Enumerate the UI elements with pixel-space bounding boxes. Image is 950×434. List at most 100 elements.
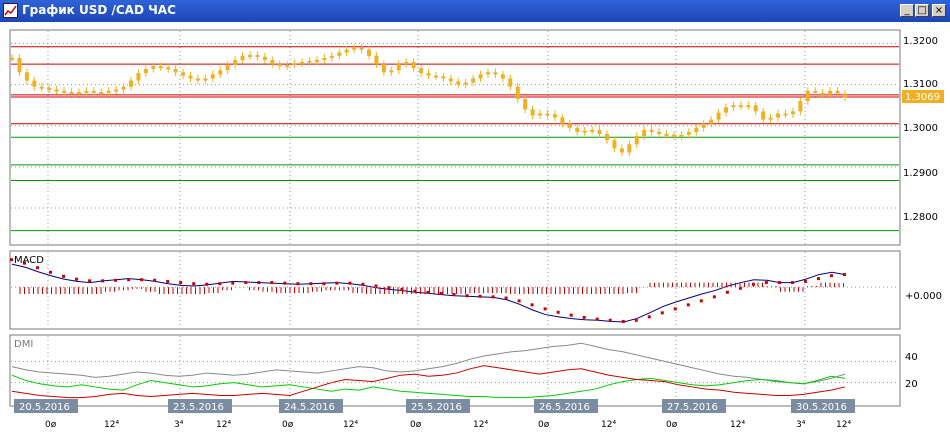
price-bar — [843, 93, 847, 98]
date-label-text: 25.5.2016 — [411, 402, 462, 413]
macd-signal-point — [543, 307, 547, 311]
chart-app-icon — [3, 3, 18, 18]
date-label: 20.5.2016 — [14, 399, 78, 413]
date-label-text: 30.5.2016 — [796, 402, 847, 413]
macd-signal-point — [244, 281, 248, 285]
price-bar — [389, 70, 394, 73]
dmi-label: DMI — [14, 339, 33, 350]
price-bar — [136, 73, 141, 81]
macd-signal-point — [595, 317, 599, 321]
price-bar — [337, 52, 342, 56]
price-bar — [530, 109, 535, 116]
price-bar — [805, 90, 810, 102]
macd-signal-point — [88, 279, 92, 283]
macd-label: MACD — [14, 255, 44, 266]
macd-signal-point — [400, 287, 404, 291]
date-label-text: 24.5.2016 — [284, 402, 335, 413]
chart-svg[interactable]: 1.3200 1.3100 1.3000 1.2900 1.2800 1.306… — [0, 22, 950, 434]
price-bar — [307, 60, 312, 63]
price-bar — [538, 113, 543, 116]
price-bar — [671, 134, 676, 137]
dmi-y-tick-label: 20 — [905, 379, 918, 390]
hour-label: 3⁴ — [796, 420, 806, 430]
hour-label: 12⁴ — [343, 420, 358, 430]
macd-signal-point — [270, 281, 274, 285]
price-bar — [367, 49, 371, 56]
price-bar — [248, 55, 252, 58]
macd-signal-point — [140, 278, 144, 282]
price-bar — [813, 90, 818, 93]
hour-label: 12⁴ — [836, 420, 851, 430]
price-bar — [262, 56, 267, 60]
macd-signal-point — [439, 291, 443, 295]
price-bar — [738, 105, 743, 108]
price-bar — [552, 114, 557, 118]
price-bar — [508, 78, 513, 87]
macd-signal-point — [153, 278, 157, 282]
chart-area[interactable]: 1.3200 1.3100 1.3000 1.2900 1.2800 1.306… — [0, 22, 950, 434]
macd-signal-point — [712, 295, 716, 299]
hour-label: 12⁴ — [601, 420, 616, 430]
price-bar — [790, 111, 795, 115]
price-bar — [277, 64, 282, 67]
price-bar — [173, 69, 178, 73]
price-bar — [329, 55, 334, 58]
price-bar — [761, 111, 766, 120]
hour-label: 12⁴ — [104, 420, 119, 430]
price-bar — [768, 117, 773, 120]
price-bar — [344, 49, 349, 53]
price-bar — [151, 66, 156, 70]
price-bar — [240, 55, 245, 60]
price-bar — [463, 82, 468, 85]
macd-signal-point — [673, 307, 677, 311]
price-bar — [441, 76, 446, 79]
hour-label: 12⁴ — [473, 420, 488, 430]
date-label: 24.5.2016 — [279, 399, 343, 413]
price-bar — [724, 107, 728, 113]
price-bar — [32, 80, 37, 87]
hour-label: 0ø — [282, 420, 294, 430]
macd-panel[interactable] — [9, 250, 901, 330]
minimize-button[interactable]: _ — [900, 4, 914, 17]
macd-signal-point — [114, 278, 118, 282]
macd-signal-point — [777, 281, 781, 285]
date-label-text: 23.5.2016 — [173, 402, 224, 413]
price-bar — [285, 64, 290, 67]
price-bar — [62, 90, 67, 93]
hour-label: 12⁴ — [216, 420, 231, 430]
title-bar[interactable]: График USD /CAD ЧАС _ □ × — [0, 0, 950, 22]
macd-signal-point — [582, 315, 586, 319]
price-bar — [634, 136, 639, 145]
macd-signal-point — [257, 281, 261, 285]
macd-signal-point — [361, 282, 365, 286]
price-bar — [560, 117, 565, 124]
macd-signal-point — [803, 279, 807, 283]
date-label: 23.5.2016 — [168, 399, 232, 413]
price-bar — [798, 101, 803, 112]
macd-signal-point — [634, 318, 638, 322]
date-label-text: 20.5.2016 — [19, 402, 70, 413]
price-bar — [709, 119, 714, 124]
macd-signal-point — [452, 293, 456, 297]
price-bar — [523, 99, 528, 110]
price-bar — [203, 78, 208, 81]
price-bar — [597, 129, 602, 135]
price-bar — [233, 59, 238, 65]
price-bar — [478, 74, 483, 79]
maximize-button[interactable]: □ — [915, 4, 929, 17]
macd-signal-point — [283, 281, 287, 285]
macd-signal-point — [205, 282, 209, 286]
hour-label: 0ø — [410, 420, 422, 430]
macd-signal-point — [816, 277, 820, 281]
macd-signal-point — [530, 303, 534, 307]
price-bar — [820, 92, 825, 95]
price-bar — [166, 67, 171, 70]
macd-signal-point — [218, 282, 222, 286]
price-bar — [404, 62, 409, 65]
price-bar — [701, 123, 706, 128]
close-button[interactable]: × — [932, 4, 946, 17]
price-bar — [835, 90, 840, 94]
macd-y-tick-label: +0.000 — [905, 291, 942, 302]
y-tick-label: 1.3200 — [903, 36, 938, 47]
macd-signal-point — [62, 274, 66, 278]
